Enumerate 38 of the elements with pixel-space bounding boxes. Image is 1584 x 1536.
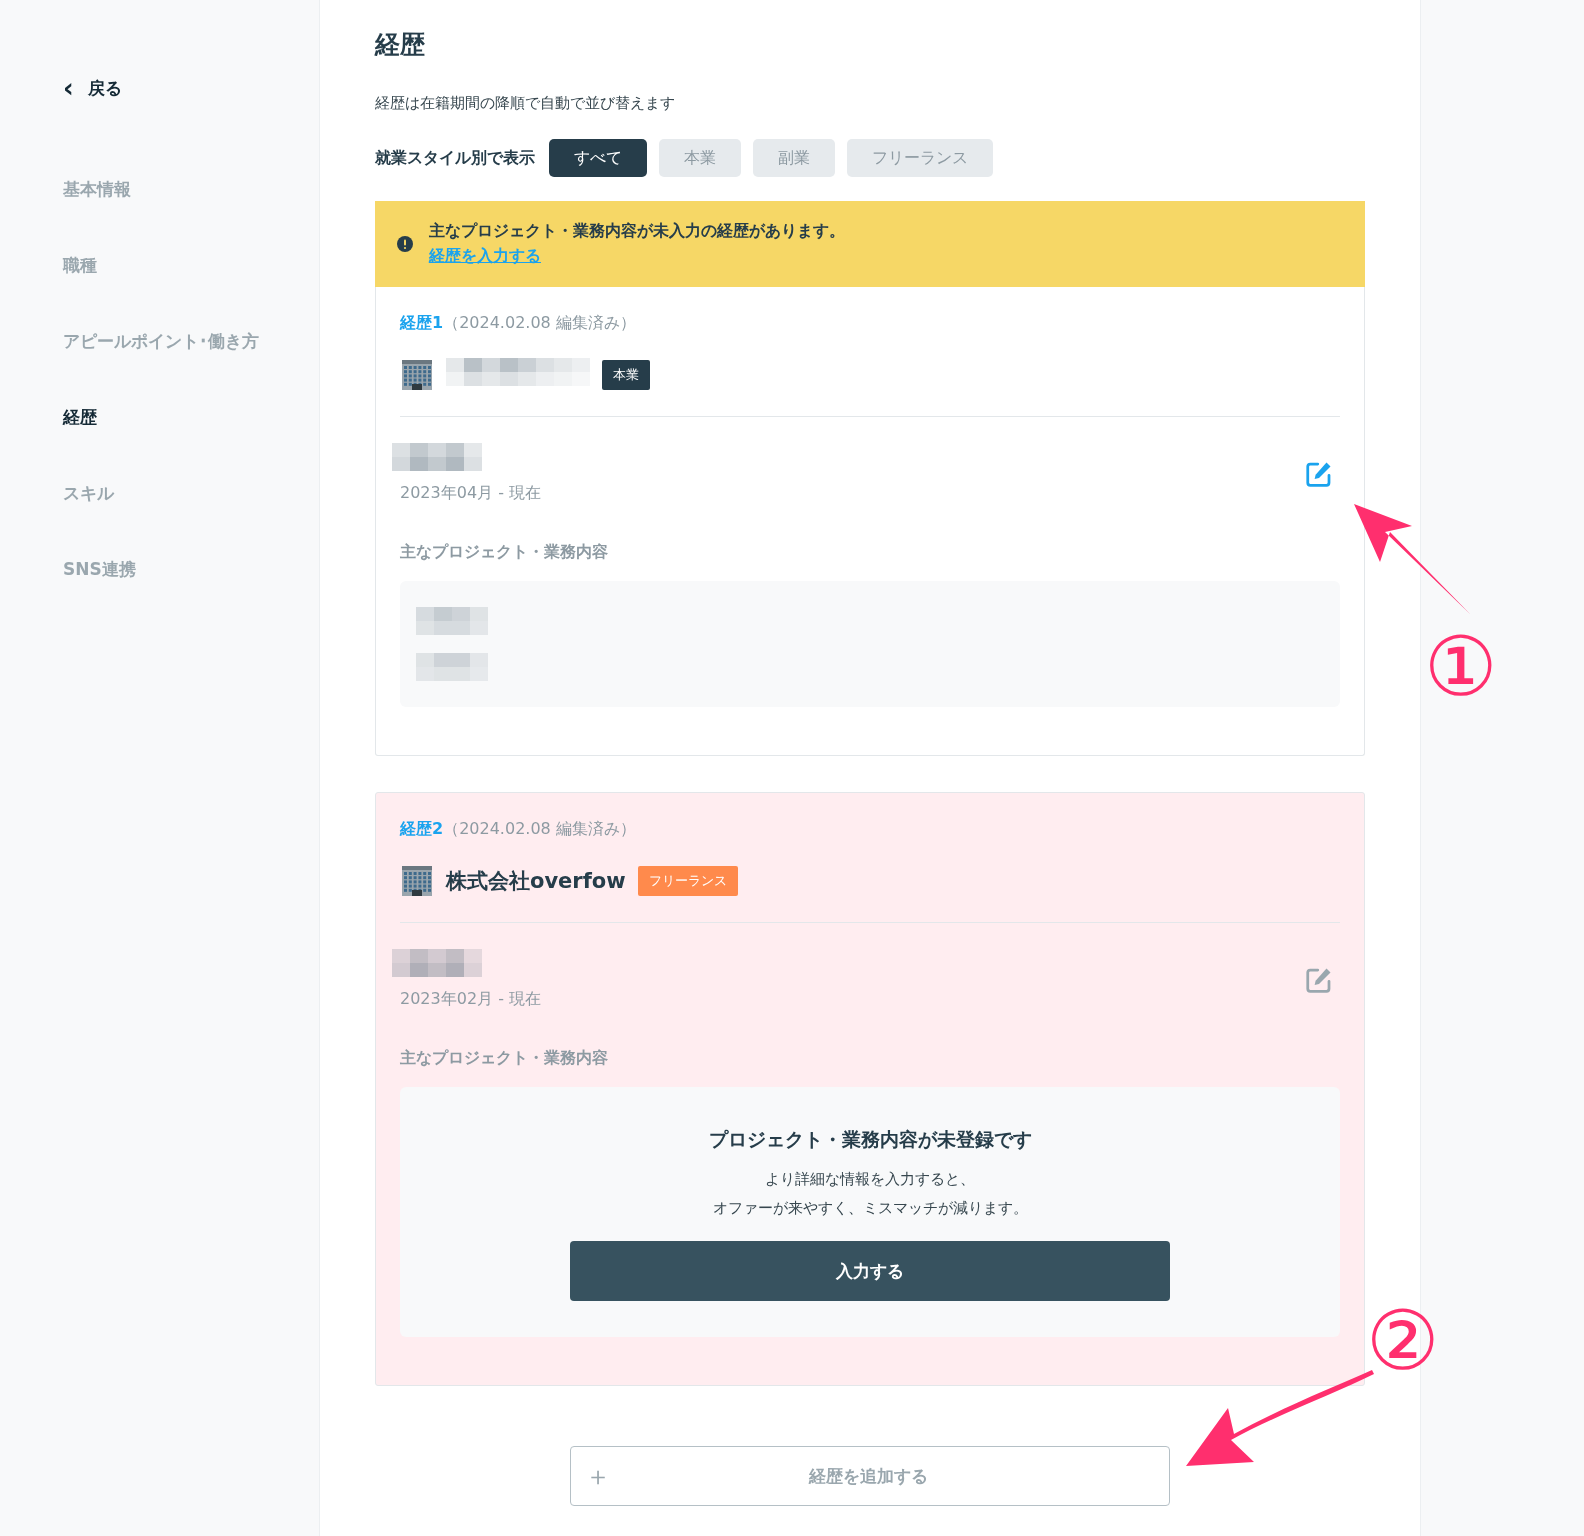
pixelated-block xyxy=(416,607,488,635)
period-text: 2023年04月 - 現在 xyxy=(400,483,542,504)
company-name: 株式会社overfow xyxy=(446,868,626,895)
work-style-badge: 本業 xyxy=(602,360,650,390)
edit-date: （2024.02.08 編集済み） xyxy=(443,819,636,840)
back-link[interactable]: ‹ 戻る xyxy=(63,72,319,104)
period-text: 2023年02月 - 現在 xyxy=(400,989,542,1010)
filter-label: 就業スタイル別で表示 xyxy=(375,147,535,169)
sidebar-item[interactable]: 基本情報 xyxy=(63,178,319,202)
empty-title: プロジェクト・業務内容が未登録です xyxy=(708,1127,1032,1152)
filter-chip[interactable]: すべて xyxy=(549,139,647,177)
add-entry-button[interactable]: ＋ 経歴を追加する xyxy=(570,1446,1170,1506)
warning-icon xyxy=(397,236,413,252)
section-label: 主なプロジェクト・業務内容 xyxy=(400,542,609,563)
sidebar-item[interactable]: スキル xyxy=(63,482,319,506)
entry-label: 経歴1 xyxy=(400,313,444,334)
sidebar-item[interactable]: SNS連携 xyxy=(63,558,319,582)
pixelated-block xyxy=(416,653,488,681)
input-button[interactable]: 入力する xyxy=(570,1241,1170,1301)
filter-chip[interactable]: 本業 xyxy=(659,139,741,177)
building-icon xyxy=(400,358,434,392)
sidebar-item[interactable]: 経歴 xyxy=(63,406,319,430)
edit-date: （2024.02.08 編集済み） xyxy=(443,313,636,334)
filter-chip[interactable]: フリーランス xyxy=(847,139,993,177)
annotation-number: ② xyxy=(1366,1300,1440,1382)
building-icon xyxy=(400,864,434,898)
sidebar-item[interactable]: アピールポイント･働き方 xyxy=(63,330,319,354)
alert-message: 主なプロジェクト・業務内容が未入力の経歴があります。 xyxy=(429,221,845,242)
page-title: 経歴 xyxy=(375,29,426,61)
description-text: 経歴は在籍期間の降順で自動で並び替えます xyxy=(375,94,676,113)
entry-label: 経歴2 xyxy=(400,819,444,840)
empty-message: より詳細な情報を入力すると、 オファーが来やすく、ミスマッチが減ります。 xyxy=(712,1169,1028,1219)
annotation-number: ① xyxy=(1424,626,1498,708)
section-label: 主なプロジェクト・業務内容 xyxy=(400,1048,609,1069)
sidebar-item[interactable]: 職種 xyxy=(63,254,319,278)
work-style-badge: フリーランス xyxy=(637,866,738,896)
filter-chip[interactable]: 副業 xyxy=(753,139,835,177)
alert-link[interactable]: 経歴を入力する xyxy=(429,246,541,267)
